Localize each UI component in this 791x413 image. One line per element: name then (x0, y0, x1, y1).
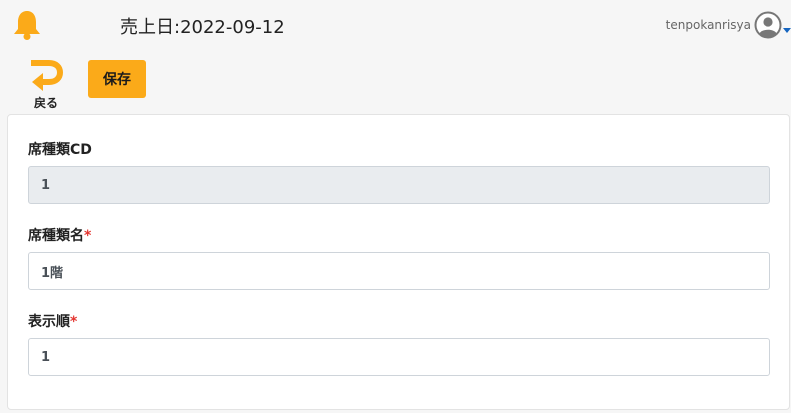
user-avatar-icon[interactable] (754, 11, 782, 39)
username[interactable]: tenpokanrisya (666, 18, 751, 32)
back-button[interactable]: 戻る (26, 57, 70, 113)
sales-date: 売上日:2022-09-12 (120, 17, 285, 38)
display-order-label: 表示順* (28, 314, 78, 330)
bell-icon[interactable] (12, 9, 42, 41)
seat-type-form: 席種類CD 席種類名* 表示順* (7, 114, 790, 410)
seat-type-cd-field[interactable] (28, 166, 770, 204)
required-mark: * (84, 228, 92, 244)
save-button[interactable]: 保存 (88, 60, 146, 98)
seat-type-cd-label: 席種類CD (28, 142, 92, 158)
seat-type-name-label: 席種類名* (28, 228, 92, 244)
user-menu[interactable]: tenpokanrisya (666, 11, 791, 39)
top-bar: 売上日:2022-09-12 tenpokanrisya (0, 0, 791, 52)
display-order-field[interactable] (28, 338, 770, 376)
seat-type-name-field[interactable] (28, 252, 770, 290)
return-arrow-icon (31, 60, 63, 91)
required-mark: * (70, 314, 78, 330)
back-label: 戻る (33, 96, 58, 110)
chevron-down-icon[interactable] (783, 20, 791, 33)
